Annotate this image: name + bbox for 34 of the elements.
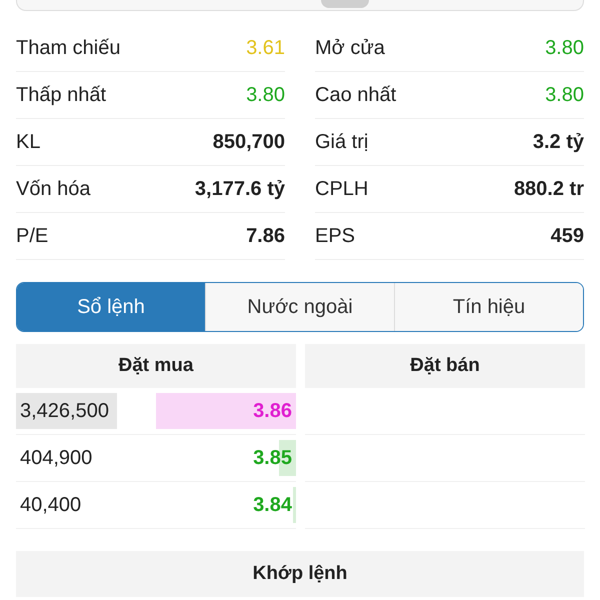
stat-value: 880.2 tr [514, 178, 584, 200]
stat-label: Tham chiếu [16, 36, 120, 60]
tab[interactable]: Tín hiệu [394, 283, 583, 331]
bid-volume: 3,426,500 [19, 400, 109, 422]
stat-label: EPS [315, 224, 356, 248]
selected-segment[interactable] [321, 0, 369, 8]
column-header: Đặt bán [305, 344, 585, 388]
bid-price: 3.86 [253, 400, 293, 422]
stat-value: 7.86 [246, 224, 285, 248]
bid-price: 3.85 [253, 446, 293, 470]
tab[interactable]: Nước ngoài [205, 283, 394, 331]
bid-volume: 40,400 [19, 494, 82, 516]
stat-label: KL [16, 130, 40, 154]
stat-value: 3.61 [246, 36, 285, 60]
segmented-control[interactable] [16, 0, 584, 11]
bid-volume: 404,900 [19, 446, 92, 470]
stat-value: 459 [550, 224, 584, 248]
stat-label: CPLH [315, 178, 368, 200]
stat-label: Mở cửa [315, 36, 385, 60]
stat-label: Vốn hóa [16, 178, 91, 200]
tab[interactable]: Sổ lệnh [17, 283, 205, 331]
stat-value: 3.80 [545, 84, 584, 106]
stat-value: 3.80 [246, 84, 285, 106]
section-header: Khớp lệnh [16, 551, 584, 597]
stat-label: Cao nhất [315, 84, 396, 106]
stat-label: Giá trị [315, 130, 368, 154]
column-header: Đặt mua [16, 344, 296, 388]
bid-price: 3.84 [253, 494, 293, 516]
stat-value: 3.80 [545, 36, 584, 60]
stat-label: P/E [16, 224, 48, 248]
stat-value: 3,177.6 tỷ [194, 178, 285, 200]
stat-value: 850,700 [212, 130, 285, 154]
stat-label: Thấp nhất [16, 84, 106, 106]
stat-value: 3.2 tỷ [532, 130, 584, 154]
